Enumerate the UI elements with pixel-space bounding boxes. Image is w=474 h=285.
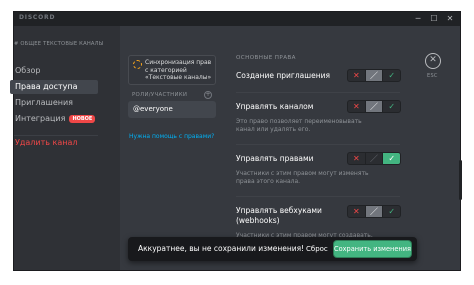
roles-header: РОЛИ/УЧАСТНИКИ [132,92,188,98]
save-changes-button[interactable]: Сохранить изменения [334,241,411,257]
deny-button[interactable]: ✕ [348,206,365,217]
deny-button[interactable]: ✕ [348,153,365,164]
permission-toggle: ✕ ／ ✓ [347,205,401,218]
permission-description: Участники с этим правом могут изменять п… [236,170,369,185]
sidebar-item-label: Интеграция [15,114,66,123]
permission-toggle: ✕ ／ ✓ [347,152,401,165]
permission-title: Управлять каналом [236,102,314,111]
sidebar-divider [14,135,98,136]
permission-divider [236,196,400,197]
permissions-help-link[interactable]: Нужна помощь с правами? [129,133,214,140]
permission-title: Управлять правами [236,154,314,163]
role-item-everyone[interactable]: @everyone [128,101,216,118]
sync-permissions-notice[interactable]: Синхронизация прав с категорией «Текстов… [128,55,216,85]
neutral-button[interactable]: ／ [364,206,384,217]
permission-description: Это право позволяет переименовывать кана… [236,118,362,133]
allow-button[interactable]: ✓ [383,206,400,217]
sidebar-item-overview[interactable]: Обзор [10,64,98,78]
permission-toggle: ✕ ／ ✓ [347,100,401,113]
unsaved-changes-bar: Аккуратнее, вы не сохранили изменения! С… [128,237,417,261]
close-settings-icon[interactable]: ✕ [425,53,441,69]
neutral-button[interactable]: ／ [364,153,384,164]
app-brand: DISCORD [19,14,56,21]
sync-text: Синхронизация прав с категорией «Текстов… [145,59,212,81]
sidebar-item-integrations[interactable]: Интеграция НОВОЕ [10,112,98,126]
neutral-button[interactable]: ／ [364,101,384,112]
permission-divider [236,144,400,145]
maximize-icon[interactable]: ☐ [428,13,440,25]
permissions-header: ОСНОВНЫЕ ПРАВА [236,55,296,61]
reset-button[interactable]: Сброс [306,237,328,261]
neutral-button[interactable]: ／ [364,70,384,81]
close-window-icon[interactable]: ✕ [444,13,456,25]
allow-button[interactable]: ✓ [383,153,400,164]
permission-toggle: ✕ ／ ✓ [347,69,401,82]
sync-icon [133,60,142,69]
allow-button[interactable]: ✓ [383,70,400,81]
title-bar: DISCORD ─ ☐ ✕ [14,12,460,26]
channel-section-header: # ОБЩЕЕ ТЕКСТОВЫЕ КАНАЛЫ [14,41,104,47]
minimize-icon[interactable]: ─ [412,13,424,25]
deny-button[interactable]: ✕ [348,70,365,81]
allow-button[interactable]: ✓ [383,101,400,112]
deny-button[interactable]: ✕ [348,101,365,112]
unsaved-message: Аккуратнее, вы не сохранили изменения! [138,244,305,253]
permission-divider [236,92,400,93]
permission-title: Создание приглашения [236,71,331,80]
sidebar-item-invites[interactable]: Приглашения [10,96,98,110]
add-role-icon[interactable]: + [204,91,212,99]
new-badge: НОВОЕ [69,115,96,123]
esc-label: ESC [427,73,438,79]
sidebar-item-permissions[interactable]: Права доступа [10,80,98,94]
permission-title: Управлять вебхуками (webhooks) [236,206,322,225]
delete-channel-button[interactable]: Удалить канал [15,137,78,149]
scrollbar[interactable] [459,160,462,200]
